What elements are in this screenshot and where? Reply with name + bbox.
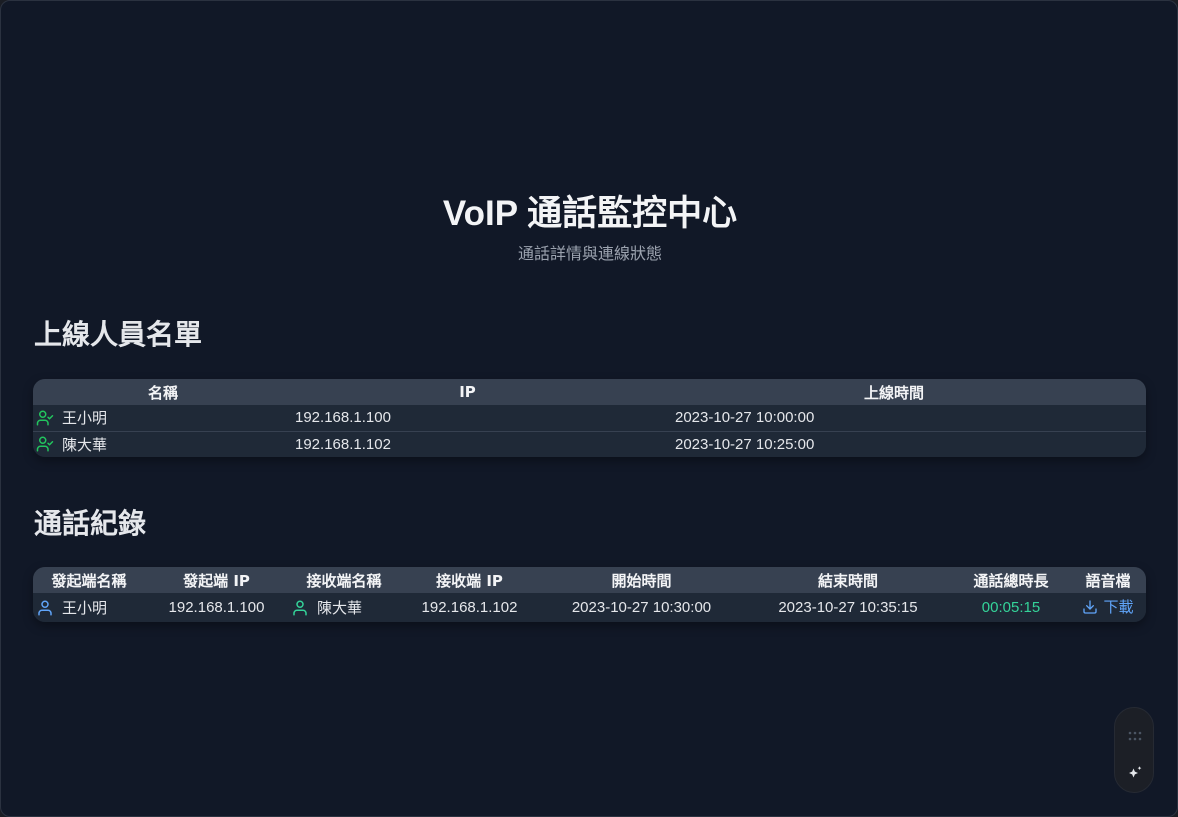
call-end-time: 2023-10-27 10:35:15 xyxy=(744,593,952,622)
user-ip: 192.168.1.102 xyxy=(293,430,642,457)
page-title: VoIP 通話監控中心 xyxy=(442,194,738,233)
column-header-callee-name: 接收端名稱 xyxy=(306,571,382,590)
online-users-title: 上線人員名單 xyxy=(34,318,203,351)
column-header-ip: IP xyxy=(459,383,476,401)
download-recording-link[interactable]: 下載 xyxy=(1082,596,1134,617)
call-log-table: 發起端名稱 發起端 IP 接收端名稱 接收端 IP 開始時間 結束時間 通話總時… xyxy=(33,567,1146,622)
user-ip: 192.168.1.100 xyxy=(293,405,642,431)
online-users-table: 名稱 IP 上線時間 王小明 192.168.1.100 2023-10-27 … xyxy=(33,379,1146,457)
app-window: VoIP 通話監控中心 通話詳情與連線狀態 上線人員名單 名稱 IP 上線時間 xyxy=(0,0,1178,817)
user-online-time: 2023-10-27 10:25:00 xyxy=(642,430,1146,457)
user-icon xyxy=(291,599,309,617)
user-icon xyxy=(36,599,54,617)
table-row: 陳大華 192.168.1.102 2023-10-27 10:25:00 xyxy=(33,430,1146,457)
user-online-time: 2023-10-27 10:00:00 xyxy=(642,405,1146,431)
caller-name: 王小明 xyxy=(62,599,108,617)
table-row: 王小明 192.168.1.100 陳大華 192.168.1.102 2023… xyxy=(33,593,1146,622)
caller-ip: 192.168.1.100 xyxy=(145,593,288,622)
page-subtitle: 通話詳情與連線狀態 xyxy=(517,244,662,263)
drag-grip-icon[interactable] xyxy=(1127,726,1143,741)
column-header-caller-ip: 發起端 IP xyxy=(183,571,250,590)
call-log-title: 通話紀錄 xyxy=(34,507,147,540)
column-header-callee-ip: 接收端 IP xyxy=(436,571,503,590)
page-header: VoIP 通話監控中心 通話詳情與連線狀態 xyxy=(1,193,1177,264)
column-header-caller-name: 發起端名稱 xyxy=(51,571,127,590)
table-header-row: 名稱 IP 上線時間 xyxy=(33,379,1146,405)
callee-ip: 192.168.1.102 xyxy=(400,593,539,622)
column-header-start-time: 開始時間 xyxy=(611,571,672,590)
column-header-name: 名稱 xyxy=(147,383,178,402)
user-check-icon xyxy=(36,409,54,427)
column-header-end-time: 結束時間 xyxy=(817,571,878,590)
table-row: 王小明 192.168.1.100 2023-10-27 10:00:00 xyxy=(33,405,1146,431)
user-name: 陳大華 xyxy=(62,435,108,454)
column-header-recording: 語音檔 xyxy=(1085,571,1131,590)
user-name: 王小明 xyxy=(62,409,108,428)
download-icon xyxy=(1083,600,1098,614)
column-header-online-time: 上線時間 xyxy=(863,383,924,402)
column-header-duration: 通話總時長 xyxy=(973,571,1049,590)
table-header-row: 發起端名稱 發起端 IP 接收端名稱 接收端 IP 開始時間 結束時間 通話總時… xyxy=(33,567,1146,593)
call-duration: 00:05:15 xyxy=(952,593,1070,622)
download-label: 下載 xyxy=(1103,598,1134,617)
floating-toolbar xyxy=(1114,707,1154,793)
user-check-icon xyxy=(36,435,54,453)
callee-name: 陳大華 xyxy=(317,599,363,617)
sparkle-icon[interactable] xyxy=(1126,764,1144,782)
call-start-time: 2023-10-27 10:30:00 xyxy=(539,593,744,622)
